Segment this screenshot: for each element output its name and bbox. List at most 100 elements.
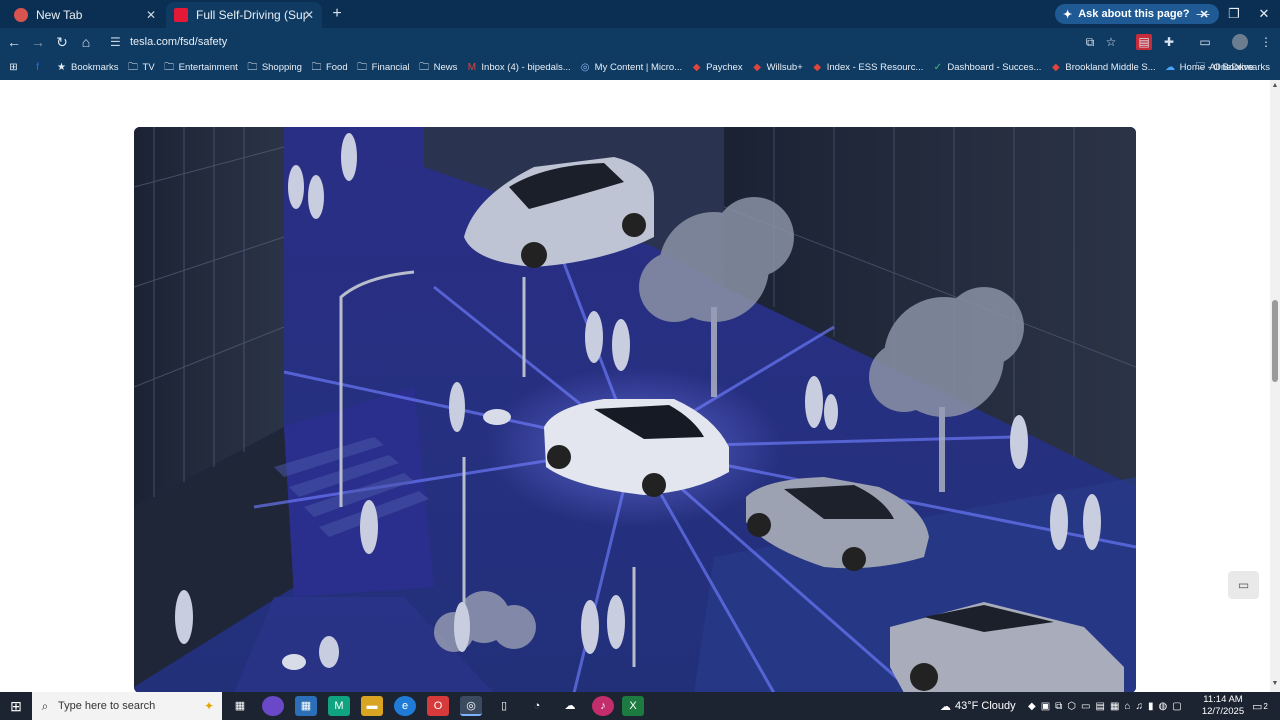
outlook-icon[interactable]: M	[328, 696, 350, 716]
chat-button[interactable]: ▭	[1228, 571, 1259, 599]
tray-icon[interactable]: ▦	[1110, 701, 1119, 712]
forward-icon[interactable]: →	[28, 32, 48, 52]
window-close-icon[interactable]: ✕	[1250, 4, 1278, 24]
bookmark-label: Shopping	[261, 61, 302, 73]
side-panel-icon[interactable]: ▭	[1197, 34, 1213, 50]
opera-icon[interactable]: O	[427, 696, 449, 716]
ask-label: Ask about this page?	[1078, 8, 1190, 20]
calculator-icon[interactable]: ▦	[295, 696, 317, 716]
all-bookmarks-button[interactable]: 🗀 All Bookmarks	[1196, 56, 1270, 78]
tesla-icon	[174, 8, 188, 22]
notification-count: 2	[1263, 701, 1268, 711]
reload-icon[interactable]: ↻	[52, 32, 72, 52]
bookmark-item[interactable]: ◆ Index - ESS Resourc...	[812, 61, 924, 73]
tray-icon[interactable]: ◆	[1028, 701, 1036, 712]
edge-icon[interactable]: e	[394, 696, 416, 716]
site-icon: ◆	[753, 61, 761, 73]
restore-icon[interactable]: ❐	[1220, 4, 1248, 24]
bookmark-item[interactable]: M Inbox (4) - bipedals...	[466, 62, 571, 73]
tray-icon[interactable]: ⬡	[1067, 701, 1076, 712]
extension-icon[interactable]: ▤	[1136, 34, 1152, 50]
tab-fsd[interactable]: Full Self-Driving (Supervised) V ✕	[166, 2, 322, 28]
page-content	[0, 80, 1270, 692]
notifications-button[interactable]: ▭ 2	[1252, 692, 1268, 720]
profile-avatar[interactable]	[1232, 34, 1248, 50]
chrome-icon[interactable]: ◎	[460, 696, 482, 716]
toolbar: ← → ↻ ⌂ ☰ tesla.com/fsd/safety ⧉ ☆ ▤ ✚ ▭…	[0, 28, 1280, 56]
bookmark-label: My Content | Micro...	[594, 61, 683, 73]
start-windows-icon[interactable]: ⊞	[0, 692, 32, 720]
tray-icon[interactable]: ▣	[1041, 701, 1050, 712]
clock-app-icon[interactable]: ◔	[526, 696, 548, 716]
itunes-icon[interactable]: ♪	[592, 696, 614, 716]
tray-icon[interactable]: ▤	[1095, 701, 1104, 712]
bookmark-item[interactable]: 🗀 TV	[128, 62, 155, 73]
cloud-icon: ☁	[1165, 61, 1176, 73]
star-icon: ★	[57, 61, 66, 73]
bookmark-item[interactable]: ✓ Dashboard - Succes...	[932, 62, 1042, 73]
street-scene-illustration	[134, 127, 1136, 692]
weather-widget[interactable]: ☁ 43°F Cloudy	[940, 692, 1016, 720]
scroll-down-icon[interactable]: ▼	[1270, 680, 1280, 690]
bookmark-item[interactable]: 🗀 Shopping	[247, 62, 302, 73]
back-icon[interactable]: ←	[4, 32, 24, 52]
bookmark-item[interactable]: 🗀 Financial	[357, 62, 410, 73]
bookmark-item[interactable]: 🗀 Food	[311, 61, 348, 73]
copilot-icon[interactable]	[262, 696, 284, 716]
site-info-icon[interactable]: ☰	[110, 35, 126, 49]
bookmark-item[interactable]: ★ Bookmarks	[56, 62, 119, 73]
clock-time: 11:14 AM	[1203, 694, 1243, 705]
apps-grid-icon[interactable]: ⊞	[8, 62, 23, 73]
folder-icon: 🗀	[311, 61, 322, 73]
microphone-icon[interactable]: ▮	[1148, 701, 1154, 712]
volume-icon[interactable]: ♫	[1135, 701, 1143, 712]
url-text: tesla.com/fsd/safety	[130, 36, 228, 48]
taskbar-clock[interactable]: 11:14 AM 12/7/2025	[1200, 694, 1246, 718]
bookmark-item[interactable]: ◆ Paychex	[691, 61, 743, 73]
bookmark-label: Food	[325, 61, 348, 73]
bookmark-label: Entertainment	[178, 61, 238, 73]
windows-taskbar: ⊞ ⌕ Type here to search ✦ ▦ ▦ M ▬ e O ◎ …	[0, 692, 1280, 720]
cloud-app-icon[interactable]: ☁	[559, 696, 581, 716]
excel-icon[interactable]: X	[622, 696, 644, 716]
bookmark-star-icon[interactable]: ☆	[1103, 34, 1119, 50]
tray-icon[interactable]: ⧉	[1055, 701, 1062, 712]
close-icon[interactable]: ✕	[146, 8, 156, 22]
network-icon[interactable]: ⌂	[1124, 701, 1130, 712]
search-placeholder: Type here to search	[58, 700, 156, 712]
bookmark-item[interactable]: f	[32, 62, 47, 73]
file-explorer-icon[interactable]: ▬	[361, 696, 383, 716]
new-tab-button[interactable]: +	[328, 5, 346, 23]
bookmark-item[interactable]: ◆ Brookland Middle S...	[1050, 62, 1156, 73]
folder-icon: 🗀	[128, 61, 139, 73]
bookmark-label: Index - ESS Resourc...	[826, 61, 924, 73]
scroll-up-icon[interactable]: ▲	[1270, 82, 1280, 92]
tab-new-tab[interactable]: New Tab ✕	[6, 2, 164, 28]
taskbar-search-box[interactable]: ⌕ Type here to search ✦	[32, 692, 222, 720]
tray-icon[interactable]: ◍	[1158, 701, 1167, 712]
scroll-thumb[interactable]	[1272, 300, 1278, 382]
bookmark-label: Paychex	[706, 61, 743, 73]
install-app-icon[interactable]: ⧉	[1082, 34, 1098, 50]
page-scrollbar[interactable]: ▲ ▼	[1270, 80, 1280, 692]
notification-icon: ▭	[1252, 700, 1263, 713]
task-view-icon[interactable]: ▦	[229, 696, 251, 716]
folder-icon: 🗀	[164, 61, 175, 73]
extensions-puzzle-icon[interactable]: ✚	[1161, 34, 1177, 50]
usb-icon[interactable]: ▯	[493, 696, 515, 716]
home-icon[interactable]: ⌂	[76, 32, 96, 52]
bookmark-item[interactable]: ◎ My Content | Micro...	[580, 62, 682, 73]
bookmarks-bar: ⊞ f ★ Bookmarks 🗀 TV 🗀 Entertainment 🗀 Shopping 🗀…	[0, 56, 1280, 78]
tray-icon[interactable]: ▭	[1081, 701, 1090, 712]
bookmark-item[interactable]: 🗀 Entertainment	[164, 62, 238, 73]
minimize-icon[interactable]: —	[1189, 4, 1217, 24]
tab-strip: New Tab ✕ Full Self-Driving (Supervised)…	[0, 0, 1280, 28]
bookmark-item[interactable]: ◆ Willsub+	[752, 62, 803, 73]
bookmark-item[interactable]: 🗀 News	[419, 62, 457, 73]
bookmark-label: TV	[142, 61, 155, 73]
tray-icon[interactable]: ▢	[1172, 701, 1181, 712]
close-icon[interactable]: ✕	[304, 8, 314, 22]
menu-icon[interactable]: ⋮	[1258, 34, 1274, 50]
browser-chrome: New Tab ✕ Full Self-Driving (Supervised)…	[0, 0, 1280, 80]
address-bar[interactable]: ☰ tesla.com/fsd/safety	[104, 31, 1124, 53]
